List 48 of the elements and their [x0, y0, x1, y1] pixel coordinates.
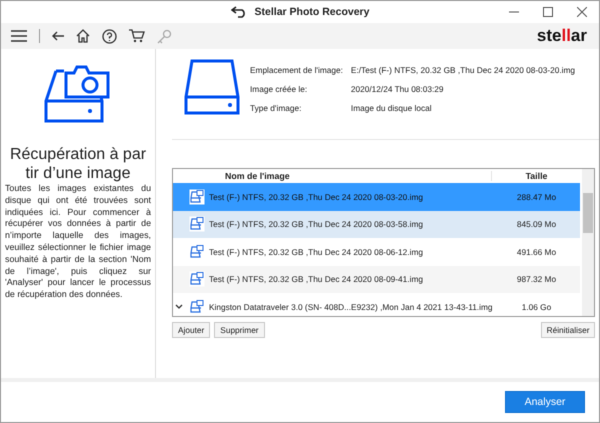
sidebar-description: Toutes les images existantes du disque qui ont été trouvées sont indiquées ici. Pour commencer à récupérer vos données à partir de n’importe laquelle des images, veuillez sélectionner le fichier image souhaité à partir de la section 'Nom de l’image', puis cliquez sur 'Analyser' pour lancer le processus de récupération des données. [5, 183, 151, 301]
detail-value: 2020/12/24 Thu 08:03:29 [350, 84, 444, 94]
detail-label: Image créée le: [250, 84, 308, 94]
window-title: Stellar Photo Recovery [254, 6, 370, 18]
detail-value: E:/Test (F-) NTFS, 20.32 GB ,Thu Dec 24 2020 08-03-20.img [350, 65, 576, 75]
image-name: Test (F-) NTFS, 20.32 GB ,Thu Dec 24 2020 08-06-12.img [209, 246, 424, 257]
cart-icon[interactable] [129, 29, 145, 43]
disk-image-icon [189, 298, 205, 315]
home-icon[interactable] [76, 29, 90, 43]
disk-image-icon [189, 188, 205, 205]
image-row[interactable]: Kingston Datatraveler 3.0 (SN- 408D...E9232) ,Mon Jan 4 2021 13-43-11.img 1.06 Go [173, 293, 580, 316]
drive-icon [184, 59, 240, 115]
image-name: Test (F-) NTFS, 20.32 GB ,Thu Dec 24 2020 08-09-41.img [209, 274, 424, 284]
scrollbar[interactable] [582, 169, 594, 316]
back-icon[interactable] [52, 31, 64, 41]
detail-value: Image du disque local [350, 103, 433, 113]
image-name: Kingston Datatraveler 3.0 (SN- 408D...E9232) ,Mon Jan 4 2021 13-43-11.img [209, 302, 492, 312]
image-size: 845.09 Mo [516, 219, 558, 230]
app-logo-icon [230, 6, 247, 18]
image-row[interactable]: Test (F-) NTFS, 20.32 GB ,Thu Dec 24 2020 08-09-41.img 987.32 Mo [173, 266, 580, 293]
disk-image-icon [189, 244, 205, 260]
image-row[interactable]: Test (F-) NTFS, 20.32 GB ,Thu Dec 24 2020 08-03-20.img 288.47 Mo [173, 183, 580, 210]
list-button[interactable]: Supprimer [214, 322, 265, 338]
close-icon[interactable] [577, 7, 587, 17]
column-header[interactable]: Nom de l'image [173, 171, 492, 181]
column-header[interactable]: Taille [491, 171, 580, 181]
detail-label: Type d'image: [250, 103, 302, 113]
image-name: Test (F-) NTFS, 20.32 GB ,Thu Dec 24 2020 08-03-20.img [209, 192, 424, 202]
disk-image-icon [189, 271, 205, 288]
help-icon[interactable] [102, 28, 117, 44]
reset-button[interactable]: Réinitialiser [540, 322, 596, 338]
image-row[interactable]: Test (F-) NTFS, 20.32 GB ,Thu Dec 24 2020 08-03-58.img 845.09 Mo [173, 210, 580, 238]
sidebar-title: Récupération à par tir d’une image [8, 145, 148, 183]
maximize-icon[interactable] [543, 7, 553, 17]
image-size: 1.06 Go [520, 302, 552, 312]
analyze-button[interactable]: Analyser [505, 391, 585, 413]
list-button[interactable]: Ajouter [172, 322, 210, 338]
image-row[interactable]: Test (F-) NTFS, 20.32 GB ,Thu Dec 24 2020 08-06-12.img 491.66 Mo [173, 238, 580, 266]
chevron-icon[interactable] [175, 304, 183, 310]
drive-camera-icon [44, 63, 112, 123]
menu-icon[interactable] [11, 30, 27, 42]
image-name: Test (F-) NTFS, 20.32 GB ,Thu Dec 24 2020 08-03-58.img [209, 219, 424, 230]
disk-image-icon [189, 216, 205, 232]
image-size: 491.66 Mo [516, 246, 558, 257]
image-size: 987.32 Mo [516, 274, 558, 284]
detail-label: Emplacement de l'image: [250, 65, 343, 75]
brand-logo: stellar [536, 26, 587, 46]
image-size: 288.47 Mo [516, 192, 558, 202]
